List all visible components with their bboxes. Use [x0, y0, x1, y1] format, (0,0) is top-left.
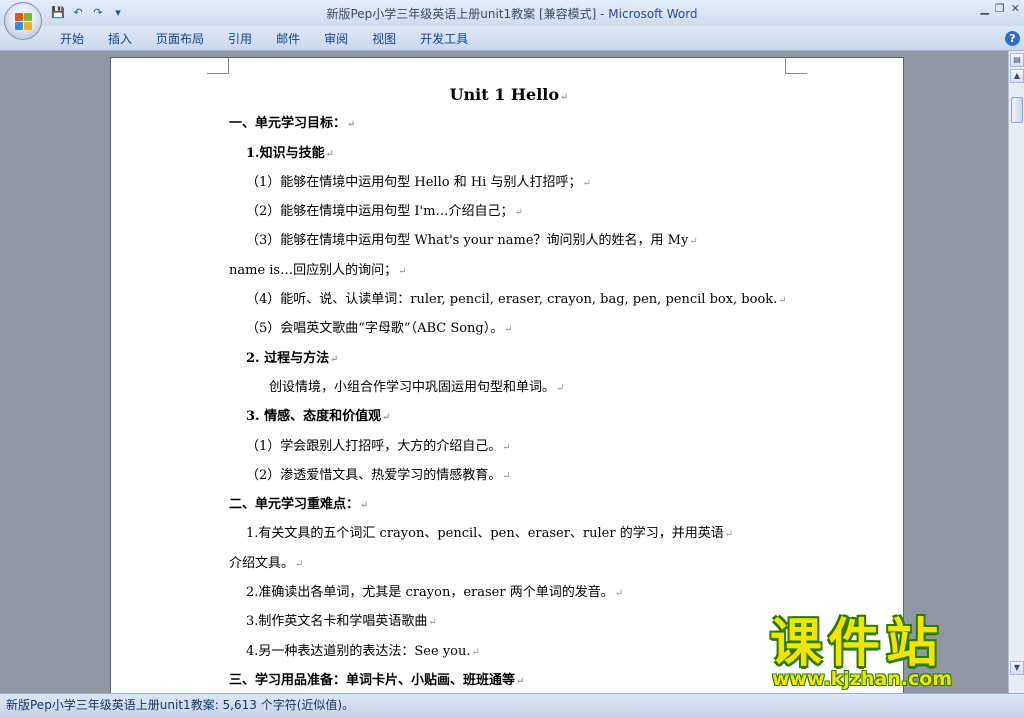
scroll-down-icon[interactable]: ▼: [1010, 661, 1024, 675]
document-workspace: Unit 1 Hello↵ 一、单元学习目标：↵ 1.知识与技能↵ （1）能够在情境中…: [0, 51, 1008, 693]
title-bar: 💾 ↶ ↷ ▾ 新版Pep小学三年级英语上册unit1教案 [兼容模式] - M…: [0, 0, 1024, 26]
document-paragraph: 二、单元学习重难点：↵: [229, 490, 789, 519]
ribbon-tab[interactable]: 插入: [96, 31, 144, 47]
document-paragraph: 4.另一种表达道别的表达法：See you.↵: [229, 637, 789, 666]
paragraph-mark-icon: ↵: [382, 412, 391, 424]
office-logo-icon: [15, 13, 32, 30]
app-name: Microsoft Word: [608, 7, 698, 21]
document-paragraph: 3.制作英文名卡和学唱英语歌曲↵: [229, 607, 789, 636]
scroll-up-icon[interactable]: ▲: [1010, 69, 1024, 83]
paragraph-mark-icon: ↵: [504, 324, 513, 336]
document-paragraph: 2. 过程与方法↵: [229, 344, 789, 373]
paragraph-text: （3）能够在情境中运用句型 What's your name？询问别人的姓名，用…: [246, 233, 689, 249]
ribbon-tab[interactable]: 页面布局: [144, 31, 216, 47]
status-bar: 新版Pep小学三年级英语上册unit1教案: 5,613 个字符(近似值)。: [0, 693, 1024, 718]
paragraph-text: （2）渗透爱惜文具、热爱学习的情感教育。: [246, 467, 502, 483]
document-paragraph: Unit 1 Hello↵: [229, 80, 789, 109]
paragraph-mark-icon: ↵: [502, 441, 511, 453]
crop-mark: [785, 58, 807, 74]
ribbon-tab[interactable]: 视图: [360, 31, 408, 47]
paragraph-text: （4）能听、说、认读单词：ruler, pencil, eraser, cray…: [246, 292, 778, 308]
vertical-scrollbar[interactable]: ▤ ▲ ▼: [1008, 51, 1024, 693]
document-paragraph: （4）能听、说、认读单词：ruler, pencil, eraser, cray…: [229, 285, 789, 314]
document-paragraph: 1.知识与技能↵: [229, 139, 789, 168]
document-page[interactable]: Unit 1 Hello↵ 一、单元学习目标：↵ 1.知识与技能↵ （1）能够在情境中…: [110, 57, 904, 693]
paragraph-mark-icon: ↵: [398, 265, 407, 277]
paragraph-text: （1）能够在情境中运用句型 Hello 和 Hi 与别人打招呼；: [246, 174, 582, 190]
ribbon-tab[interactable]: 开发工具: [408, 31, 480, 47]
scroll-thumb[interactable]: [1011, 97, 1023, 123]
close-icon[interactable]: ✕: [1011, 2, 1020, 15]
document-paragraph: （2）渗透爱惜文具、热爱学习的情感教育。↵: [229, 461, 789, 490]
document-paragraph: 三、学习用品准备：单词卡片、小贴画、班班通等↵: [229, 666, 789, 693]
paragraph-text: 二、单元学习重难点：: [229, 497, 360, 513]
help-icon[interactable]: ?: [1005, 31, 1020, 46]
minimize-icon[interactable]: ▁: [980, 2, 988, 15]
paragraph-mark-icon: ↵: [514, 207, 523, 219]
paragraph-mark-icon: ↵: [471, 646, 480, 658]
paragraph-text: 2.准确读出各单词，尤其是 crayon，eraser 两个单词的发音。: [246, 585, 614, 601]
document-paragraph: （3）能够在情境中运用句型 What's your name？询问别人的姓名，用…: [229, 226, 789, 255]
ruler-toggle-icon[interactable]: ▤: [1010, 53, 1024, 67]
paragraph-mark-icon: ↵: [724, 529, 734, 541]
paragraph-text: 介绍文具。: [229, 555, 295, 571]
paragraph-mark-icon: ↵: [360, 500, 369, 512]
document-paragraph: （5）会唱英文歌曲“字母歌”（ABC Song）。↵: [229, 314, 789, 343]
status-text: 新版Pep小学三年级英语上册unit1教案: 5,613 个字符(近似值)。: [6, 698, 355, 712]
paragraph-text: （5）会唱英文歌曲“字母歌”（ABC Song）。: [246, 321, 504, 337]
document-paragraph: （2）能够在情境中运用句型 I'm…介绍自己；↵: [229, 197, 789, 226]
paragraph-text: 一、单元学习目标：: [229, 116, 347, 132]
crop-mark: [207, 58, 229, 74]
ribbon: 开始 插入 页面布局 引用 邮件 审阅 视图 开发工具 ?: [0, 26, 1024, 51]
ribbon-tab[interactable]: 引用: [216, 31, 264, 47]
paragraph-text: 3. 情感、态度和价值观: [246, 409, 382, 425]
paragraph-mark-icon: ↵: [689, 236, 698, 248]
paragraph-text: 3.制作英文名卡和学唱英语歌曲: [246, 614, 428, 630]
paragraph-text: （1）学会跟别人打招呼，大方的介绍自己。: [246, 438, 502, 454]
watermark-logo: 课件站 www.kjzhan.com: [770, 614, 1010, 694]
paragraph-text: 4.另一种表达道别的表达法：See you.: [246, 643, 471, 659]
ribbon-tab[interactable]: 开始: [48, 31, 96, 47]
ribbon-tabs: 开始 插入 页面布局 引用 邮件 审阅 视图 开发工具: [48, 31, 480, 47]
paragraph-mark-icon: ↵: [582, 177, 591, 189]
paragraph-mark-icon: ↵: [778, 295, 787, 307]
document-paragraph: （1）能够在情境中运用句型 Hello 和 Hi 与别人打招呼；↵: [229, 168, 789, 197]
watermark-url: www.kjzhan.com: [772, 668, 953, 690]
window-title: 新版Pep小学三年级英语上册unit1教案 [兼容模式] - Microsoft…: [326, 7, 698, 21]
window-controls: ▁ ❐ ✕: [980, 2, 1020, 15]
document-paragraph: 2.准确读出各单词，尤其是 crayon，eraser 两个单词的发音。↵: [229, 578, 789, 607]
paragraph-text: 创设情境，小组合作学习中巩固运用句型和单词。: [269, 379, 556, 395]
paragraph-text: Unit 1 Hello: [449, 85, 560, 104]
paragraph-mark-icon: ↵: [295, 558, 304, 570]
document-paragraph: name is…回应别人的询问；↵: [229, 256, 789, 285]
ribbon-tab[interactable]: 审阅: [312, 31, 360, 47]
paragraph-mark-icon: ↵: [614, 588, 624, 600]
document-paragraph: 介绍文具。↵: [229, 549, 789, 578]
paragraph-mark-icon: ↵: [516, 675, 525, 687]
paragraph-mark-icon: ↵: [560, 92, 569, 103]
document-paragraph: （1）学会跟别人打招呼，大方的介绍自己。↵: [229, 432, 789, 461]
paragraph-text: 1.有关文具的五个词汇 crayon、pencil、pen、eraser、rul…: [246, 526, 724, 542]
document-body[interactable]: Unit 1 Hello↵ 一、单元学习目标：↵ 1.知识与技能↵ （1）能够在情境中…: [229, 80, 789, 693]
paragraph-text: name is…回应别人的询问；: [229, 262, 398, 278]
paragraph-mark-icon: ↵: [330, 353, 339, 365]
paragraph-text: 2. 过程与方法: [246, 350, 330, 366]
document-paragraph: 1.有关文具的五个词汇 crayon、pencil、pen、eraser、rul…: [229, 519, 789, 548]
document-paragraph: 创设情境，小组合作学习中巩固运用句型和单词。↵: [229, 373, 789, 402]
paragraph-mark-icon: ↵: [502, 470, 511, 482]
paragraph-mark-icon: ↵: [325, 148, 334, 160]
paragraph-mark-icon: ↵: [556, 382, 565, 394]
paragraph-text: 三、学习用品准备：单词卡片、小贴画、班班通等: [229, 672, 516, 688]
paragraph-mark-icon: ↵: [347, 119, 356, 131]
paragraph-text: （2）能够在情境中运用句型 I'm…介绍自己；: [246, 204, 514, 220]
restore-icon[interactable]: ❐: [995, 2, 1005, 15]
ribbon-tab[interactable]: 邮件: [264, 31, 312, 47]
watermark-main: 课件站: [770, 614, 945, 674]
office-button[interactable]: [4, 2, 42, 40]
document-paragraph: 一、单元学习目标：↵: [229, 109, 789, 138]
paragraph-mark-icon: ↵: [428, 617, 437, 629]
paragraph-text: 1.知识与技能: [246, 145, 325, 161]
document-title: 新版Pep小学三年级英语上册unit1教案 [兼容模式]: [326, 7, 597, 21]
document-paragraph: 3. 情感、态度和价值观↵: [229, 402, 789, 431]
